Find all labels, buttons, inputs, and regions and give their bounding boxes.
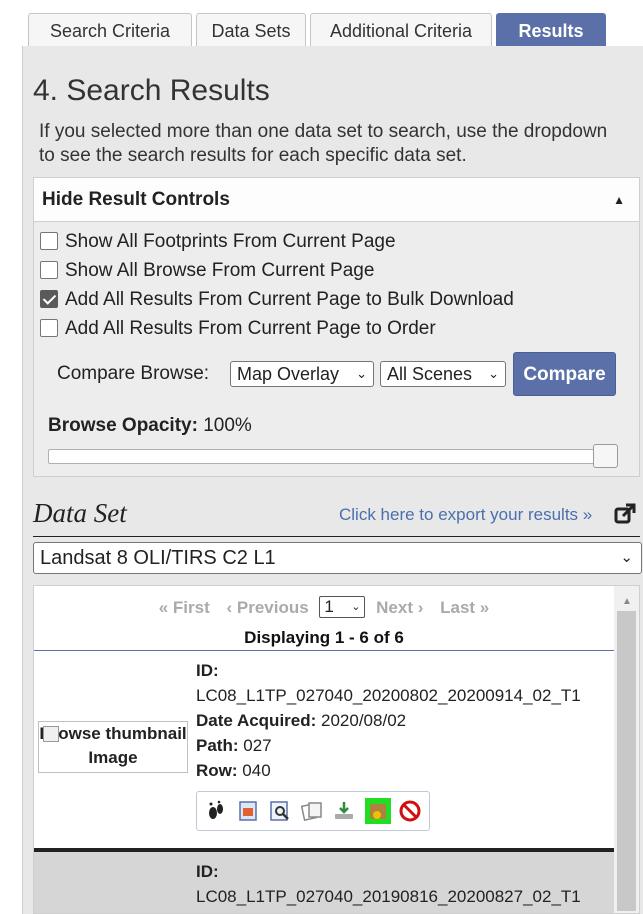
results-list: « First ‹ Previous 1 ⌄ Next › Last » Disp… xyxy=(33,585,640,914)
previous-page-link[interactable]: ‹ Previous xyxy=(226,598,308,617)
compare-icon[interactable] xyxy=(301,800,323,822)
result-actions xyxy=(196,791,430,831)
result-item: ID: LC08_L1TP_027040_20190816_20200827_0… xyxy=(34,848,614,913)
id-label: ID: xyxy=(196,862,219,881)
bulk-download-checkbox[interactable] xyxy=(40,290,58,308)
checkbox-label: Show All Browse From Current Page xyxy=(65,260,375,281)
download-icon[interactable] xyxy=(333,800,355,822)
row-label: Row: xyxy=(196,761,238,780)
controls-toggle[interactable]: Hide Result Controls ▲ xyxy=(34,178,639,222)
metadata-icon[interactable] xyxy=(269,800,291,822)
results-scrollbar[interactable]: ▲ xyxy=(614,586,639,913)
dataset-heading: Data Set xyxy=(33,498,127,528)
scenes-select[interactable]: All Scenes ⌄ xyxy=(380,361,506,387)
scene-id: LC08_L1TP_027040_20190816_20200827_02_T1 xyxy=(196,887,581,906)
first-page-link[interactable]: « First xyxy=(159,598,210,617)
date-label: Date Acquired: xyxy=(196,711,317,730)
intro-text: If you selected more than one data set t… xyxy=(39,121,608,166)
next-page-link[interactable]: Next › xyxy=(376,598,423,617)
date-acquired: 2020/08/02 xyxy=(321,711,407,730)
browse-overlay-icon[interactable] xyxy=(237,800,259,822)
external-link-icon[interactable] xyxy=(614,503,636,525)
broken-image-icon xyxy=(43,726,59,742)
scroll-up-icon[interactable]: ▲ xyxy=(622,596,632,607)
chevron-down-icon: ⌄ xyxy=(356,366,367,381)
compare-browse-label: Compare Browse: xyxy=(57,363,210,384)
chevron-down-icon: ⌄ xyxy=(351,601,361,613)
checkbox-label: Show All Footprints From Current Page xyxy=(65,231,396,252)
displaying-count: Displaying 1 - 6 of 6 xyxy=(244,628,404,647)
show-footprints-option[interactable]: Show All Footprints From Current Page xyxy=(40,230,396,254)
chevron-down-icon: ⌄ xyxy=(488,366,499,381)
bulk-download-icon[interactable] xyxy=(365,798,391,824)
show-footprints-checkbox[interactable] xyxy=(40,232,58,250)
add-to-order-checkbox[interactable] xyxy=(40,319,58,337)
dataset-select-value: Landsat 8 OLI/TIRS C2 L1 xyxy=(40,547,276,569)
pagination: « First ‹ Previous 1 ⌄ Next › Last » xyxy=(34,596,614,618)
result-item: Browse thumbnail Image ID: LC08_L1TP_027… xyxy=(34,651,614,848)
row-value: 040 xyxy=(242,761,271,780)
collapse-caret-icon: ▲ xyxy=(613,193,625,207)
controls-header-label: Hide Result Controls xyxy=(42,189,230,210)
browse-thumbnail[interactable]: Browse thumbnail Image xyxy=(38,721,188,773)
divider xyxy=(33,536,640,537)
page-title: 4. Search Results xyxy=(33,74,270,107)
page-select-value: 1 xyxy=(324,597,334,616)
chevron-down-icon: ⌄ xyxy=(620,549,633,566)
result-metadata: ID: LC08_L1TP_027040_20200802_20200914_0… xyxy=(196,658,581,783)
overlay-select-value: Map Overlay xyxy=(237,364,340,384)
scroll-thumb[interactable] xyxy=(617,611,636,911)
checkbox-label: Add All Results From Current Page to Bul… xyxy=(65,289,514,310)
tab-additional-criteria[interactable]: Additional Criteria xyxy=(310,13,492,47)
show-browse-option[interactable]: Show All Browse From Current Page xyxy=(40,259,374,283)
overlay-select[interactable]: Map Overlay ⌄ xyxy=(230,361,374,387)
scene-id: LC08_L1TP_027040_20200802_20200914_02_T1 xyxy=(196,686,581,705)
tab-data-sets[interactable]: Data Sets xyxy=(196,13,306,47)
path-value: 027 xyxy=(243,736,272,755)
page-select[interactable]: 1 ⌄ xyxy=(319,596,366,618)
checkbox-label: Add All Results From Current Page to Ord… xyxy=(65,318,436,339)
scenes-select-value: All Scenes xyxy=(387,364,473,384)
browse-opacity-label: Browse Opacity: 100% xyxy=(48,415,252,437)
path-label: Path: xyxy=(196,736,239,755)
add-to-order-option[interactable]: Add All Results From Current Page to Ord… xyxy=(40,317,436,341)
footprint-icon[interactable] xyxy=(205,800,227,822)
tab-results[interactable]: Results xyxy=(496,13,606,47)
show-browse-checkbox[interactable] xyxy=(40,261,58,279)
export-results-link[interactable]: Click here to export your results » xyxy=(339,505,592,525)
opacity-label-text: Browse Opacity: xyxy=(48,415,198,436)
last-page-link[interactable]: Last » xyxy=(440,598,489,617)
opacity-slider-track[interactable] xyxy=(48,449,618,464)
thumbnail-alt-text: Browse thumbnail Image xyxy=(39,724,187,767)
id-label: ID: xyxy=(196,661,219,680)
bulk-download-option[interactable]: Add All Results From Current Page to Bul… xyxy=(40,288,514,312)
compare-button[interactable]: Compare xyxy=(513,352,616,396)
exclude-icon[interactable] xyxy=(399,800,421,822)
tab-search-criteria[interactable]: Search Criteria xyxy=(28,13,192,47)
result-metadata: ID: LC08_L1TP_027040_20190816_20200827_0… xyxy=(196,859,581,909)
dataset-select[interactable]: Landsat 8 OLI/TIRS C2 L1 ⌄ xyxy=(33,542,642,574)
opacity-value: 100% xyxy=(203,415,252,436)
opacity-slider-handle[interactable] xyxy=(593,444,618,468)
